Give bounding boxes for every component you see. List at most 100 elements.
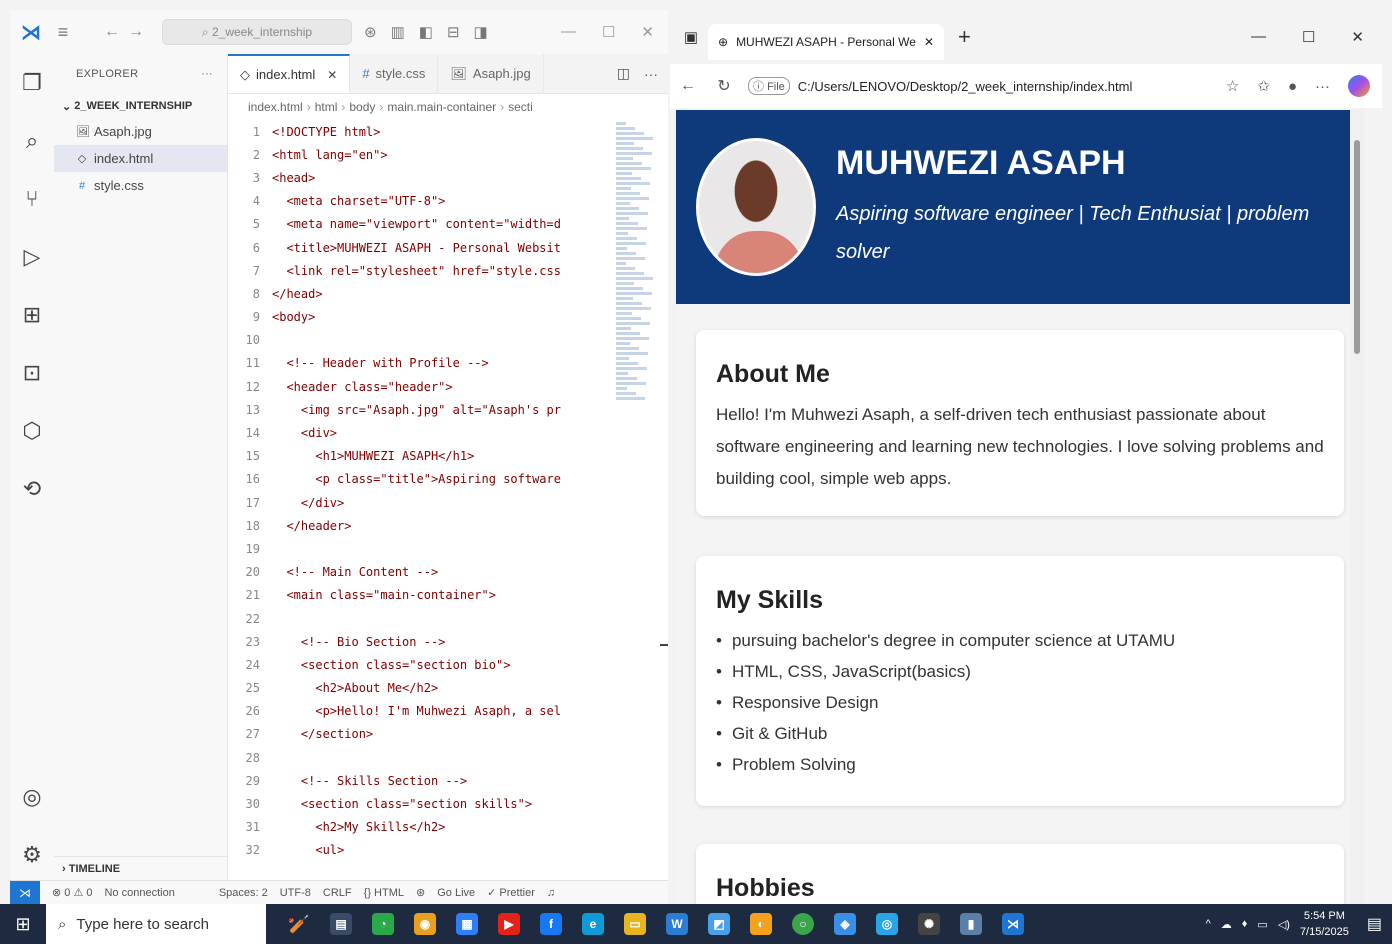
close-tab-icon[interactable]: ✕ bbox=[924, 35, 934, 49]
code-line[interactable]: 9 <body> bbox=[228, 306, 613, 329]
connection-status[interactable]: No connection bbox=[104, 887, 174, 899]
breadcrumb-item[interactable]: main.main-container bbox=[387, 100, 496, 114]
indentation-status[interactable]: Spaces: 2 bbox=[219, 887, 268, 899]
media-app-icon[interactable]: ◐ bbox=[750, 913, 772, 935]
command-center-search[interactable]: ⌕ 2_week_internship bbox=[162, 19, 352, 45]
new-tab-button[interactable]: + bbox=[958, 24, 971, 50]
close-tab-icon[interactable]: ✕ bbox=[327, 68, 337, 82]
code-line[interactable]: 6 <title>MUHWEZI ASAPH - Personal Websit bbox=[228, 236, 613, 259]
circle-app-icon[interactable]: ○ bbox=[792, 913, 814, 935]
whatsapp-icon[interactable]: ◔ bbox=[372, 913, 394, 935]
code-line[interactable]: 18 </header> bbox=[228, 514, 613, 537]
store-icon[interactable]: ◈ bbox=[834, 913, 856, 935]
file-item-style-css[interactable]: # style.css bbox=[54, 172, 227, 199]
minimize-icon[interactable]: — bbox=[1251, 28, 1266, 46]
favorites-icon[interactable]: ✩ bbox=[1257, 77, 1270, 95]
code-line[interactable]: 16 <p class="title">Aspiring software bbox=[228, 468, 613, 491]
refresh-icon[interactable]: ↻ bbox=[706, 76, 742, 96]
search-icon[interactable]: ⌕ bbox=[10, 112, 54, 170]
breadcrumb-item[interactable]: secti bbox=[508, 100, 533, 114]
code-line[interactable]: 19 bbox=[228, 537, 613, 560]
back-arrow-icon[interactable]: ← bbox=[670, 77, 706, 95]
code-line[interactable]: 13 <img src="Asaph.jpg" alt="Asaph's pr bbox=[228, 398, 613, 421]
page-scrollbar[interactable] bbox=[1350, 110, 1364, 904]
breadcrumb-item[interactable]: html bbox=[315, 100, 338, 114]
tab-asaph-jpg[interactable]: 🖼 Asaph.jpg bbox=[438, 54, 544, 93]
edge-icon[interactable]: e bbox=[582, 913, 604, 935]
taskbar-search-box[interactable]: ⌕ Type here to search bbox=[46, 904, 266, 944]
chevron-up-icon[interactable]: ^ bbox=[1206, 918, 1211, 930]
nav-arrows[interactable]: ←→ bbox=[98, 23, 158, 41]
code-line[interactable]: 12 <header class="header"> bbox=[228, 375, 613, 398]
code-line[interactable]: 14 <div> bbox=[228, 421, 613, 444]
more-actions-icon[interactable]: ··· bbox=[644, 66, 658, 82]
eol-status[interactable]: CRLF bbox=[323, 887, 352, 899]
code-line[interactable]: 29 <!-- Skills Section --> bbox=[228, 769, 613, 792]
live-share-icon[interactable]: ⟲ bbox=[10, 460, 54, 518]
notifications-bell-icon[interactable]: ♫ bbox=[547, 887, 555, 899]
go-live-button[interactable]: Go Live bbox=[437, 887, 475, 899]
favorite-star-icon[interactable]: ☆ bbox=[1226, 77, 1239, 95]
code-line[interactable]: 23 <!-- Bio Section --> bbox=[228, 630, 613, 653]
tab-actions-icon[interactable]: ▣ bbox=[674, 28, 708, 46]
settings-gear-icon[interactable]: ⚙ bbox=[10, 826, 54, 884]
code-line[interactable]: 10 bbox=[228, 329, 613, 352]
problems-status[interactable]: ⊗ 0 ⚠ 0 bbox=[52, 886, 92, 899]
more-actions-icon[interactable]: ··· bbox=[201, 68, 213, 80]
code-editor[interactable]: 1 <!DOCTYPE html> 2 <html lang="en"> 3 <head>… bbox=[228, 120, 613, 880]
menu-icon[interactable]: ≡ bbox=[48, 22, 78, 43]
copilot-status-icon[interactable]: ⊛ bbox=[416, 886, 425, 899]
facebook-icon[interactable]: f bbox=[540, 913, 562, 935]
scrollbar-thumb[interactable] bbox=[1354, 140, 1360, 354]
tab-index-html[interactable]: ◇ index.html ✕ bbox=[228, 54, 351, 93]
account-icon[interactable]: ◎ bbox=[10, 768, 54, 826]
code-line[interactable]: 17 </div> bbox=[228, 491, 613, 514]
taskbar-clock[interactable]: 5:54 PM 7/15/2025 bbox=[1300, 908, 1349, 940]
remote-explorer-icon[interactable]: ⊡ bbox=[10, 344, 54, 402]
explorer-icon[interactable]: ❐ bbox=[10, 54, 54, 112]
containers-icon[interactable]: ⬡ bbox=[10, 402, 54, 460]
code-line[interactable]: 21 <main class="main-container"> bbox=[228, 584, 613, 607]
more-menu-icon[interactable]: ··· bbox=[1315, 78, 1330, 95]
code-line[interactable]: 5 <meta name="viewport" content="width=d bbox=[228, 213, 613, 236]
security-icon[interactable]: ♦ bbox=[1242, 918, 1248, 930]
panel-bottom-icon[interactable]: ⊟ bbox=[447, 23, 460, 41]
close-icon[interactable]: ✕ bbox=[1351, 28, 1364, 46]
breadcrumb-item[interactable]: body bbox=[349, 100, 375, 114]
remote-indicator-icon[interactable]: ⋊ bbox=[10, 880, 40, 905]
code-line[interactable]: 22 bbox=[228, 607, 613, 630]
file-explorer-icon[interactable]: ▭ bbox=[624, 913, 646, 935]
profile-avatar-icon[interactable]: ● bbox=[1288, 78, 1297, 95]
minimap[interactable] bbox=[616, 120, 656, 460]
code-line[interactable]: 26 <p>Hello! I'm Muhwezi Asaph, a sel bbox=[228, 700, 613, 723]
chatgpt-icon[interactable]: ✺ bbox=[918, 913, 940, 935]
search-highlight-icon[interactable]: 🏏 bbox=[288, 913, 310, 935]
code-line[interactable]: 3 <head> bbox=[228, 166, 613, 189]
code-line[interactable]: 2 <html lang="en"> bbox=[228, 143, 613, 166]
code-line[interactable]: 32 <ul> bbox=[228, 839, 613, 862]
code-line[interactable]: 28 bbox=[228, 746, 613, 769]
code-line[interactable]: 25 <h2>About Me</h2> bbox=[228, 677, 613, 700]
code-line[interactable]: 24 <section class="section bio"> bbox=[228, 653, 613, 676]
run-debug-icon[interactable]: ▷ bbox=[10, 228, 54, 286]
split-editor-icon[interactable]: ◫ bbox=[617, 65, 630, 82]
zoom-icon[interactable]: ◎ bbox=[876, 913, 898, 935]
file-item-index-html[interactable]: ◇ index.html bbox=[54, 145, 227, 172]
extensions-icon[interactable]: ⊞ bbox=[10, 286, 54, 344]
onedrive-icon[interactable]: ☁ bbox=[1221, 918, 1232, 931]
prettier-status[interactable]: ✓ Prettier bbox=[487, 886, 535, 899]
minimize-icon[interactable]: — bbox=[561, 23, 576, 41]
address-bar[interactable]: ⓘ File C:/Users/LENOVO/Desktop/2_week_in… bbox=[748, 77, 1132, 95]
windows-start-icon[interactable]: ⊞ bbox=[0, 904, 46, 944]
notifications-icon[interactable]: ▤ bbox=[1367, 914, 1382, 934]
code-line[interactable]: 4 <meta charset="UTF-8"> bbox=[228, 190, 613, 213]
photos-icon[interactable]: ◩ bbox=[708, 913, 730, 935]
maximize-icon[interactable]: ☐ bbox=[1302, 28, 1315, 46]
chrome-icon[interactable]: ◉ bbox=[414, 913, 436, 935]
secondary-sidebar-icon[interactable]: ◨ bbox=[474, 23, 488, 41]
code-line[interactable]: 15 <h1>MUHWEZI ASAPH</h1> bbox=[228, 445, 613, 468]
file-item-asaph-jpg[interactable]: 🖼 Asaph.jpg bbox=[54, 118, 227, 145]
close-icon[interactable]: ✕ bbox=[641, 23, 654, 41]
code-line[interactable]: 27 </section> bbox=[228, 723, 613, 746]
workspace-folder[interactable]: ⌄ 2_WEEK_INTERNSHIP bbox=[54, 94, 227, 118]
